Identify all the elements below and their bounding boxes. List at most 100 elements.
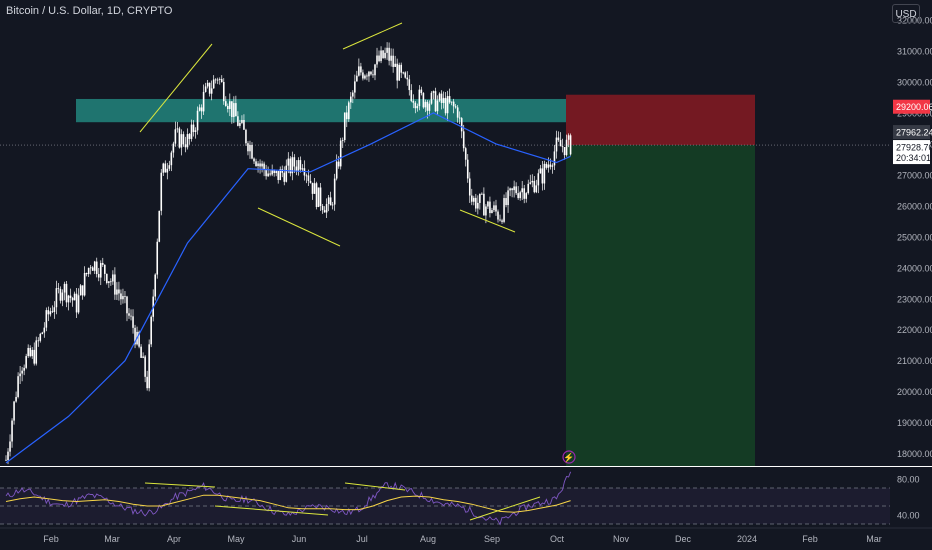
candle-body	[479, 193, 481, 203]
price-axis-label: 19000.00	[897, 418, 932, 428]
candle-body	[63, 283, 66, 293]
candle-body	[164, 163, 167, 173]
candle-body	[241, 119, 243, 123]
chart-title: Bitcoin / U.S. Dollar, 1D, CRYPTO	[6, 5, 173, 17]
candle-body	[487, 201, 489, 207]
candle-body	[493, 205, 495, 211]
candle-body	[485, 206, 487, 216]
candle-body	[374, 64, 376, 76]
candle-body	[313, 183, 316, 194]
candle-body	[565, 139, 568, 156]
candle-body	[144, 356, 146, 377]
candle-body	[267, 173, 269, 177]
candle-body	[122, 296, 124, 300]
candle-body	[557, 137, 560, 141]
candle-body	[67, 295, 70, 303]
candle-body	[220, 79, 223, 82]
candle-body	[555, 137, 558, 152]
candle-body	[25, 356, 27, 368]
candle-body	[543, 163, 546, 184]
candle-body	[529, 182, 532, 184]
trendline	[459, 209, 516, 233]
candle-body	[444, 97, 447, 114]
candle-body	[380, 50, 382, 62]
price-axis[interactable]: 18000.00 19000.00 20000.00 21000.00 22000.00…	[0, 16, 932, 521]
candle-body	[11, 420, 13, 442]
time-axis-label: Jul	[356, 534, 368, 544]
candle-body	[271, 170, 273, 175]
candle-body	[398, 64, 400, 81]
last-price-label: 27962.24	[896, 128, 932, 138]
candle-body	[170, 152, 173, 166]
candle-body	[239, 122, 241, 126]
candle-body	[362, 72, 364, 79]
candle-body	[497, 211, 499, 220]
candle-body	[7, 451, 9, 461]
candle-body	[438, 93, 441, 101]
candle-body	[483, 193, 485, 216]
candle-body	[509, 188, 511, 191]
candle-body	[116, 289, 118, 295]
candle-body	[503, 198, 505, 222]
candle-body	[325, 204, 328, 213]
candle-body	[511, 188, 513, 191]
candle-body	[69, 295, 72, 298]
candle-body	[130, 315, 132, 317]
candle-body	[71, 297, 74, 301]
candle-body	[460, 118, 463, 132]
candle-body	[13, 401, 15, 421]
candle-body	[446, 96, 449, 114]
candle-body	[356, 75, 358, 82]
price-axis-label: 27000.00	[897, 170, 932, 180]
candle-body	[394, 63, 396, 67]
candle-body	[307, 175, 310, 181]
candle-body	[112, 274, 114, 282]
candle-body	[456, 107, 459, 118]
candle-body	[285, 165, 288, 182]
candle-body	[440, 93, 443, 103]
candle-body	[39, 333, 42, 341]
trendline	[342, 22, 403, 50]
candle-body	[55, 288, 58, 308]
candle-body	[378, 55, 380, 62]
candle-body	[386, 47, 388, 53]
candle-body	[452, 101, 455, 107]
candle-body	[249, 144, 251, 152]
candle-body	[214, 79, 217, 81]
candle-body	[547, 164, 550, 168]
candle-body	[216, 79, 219, 81]
candle-body	[33, 349, 36, 364]
candle-body	[202, 91, 205, 112]
candle-body	[410, 90, 413, 101]
candle-body	[358, 66, 360, 76]
candle-body	[269, 173, 271, 175]
time-axis-label: Dec	[675, 534, 692, 544]
candle-body	[376, 55, 378, 65]
candle-body	[81, 285, 84, 296]
candle-body	[501, 220, 503, 222]
candle-body	[364, 75, 366, 79]
time-axis-label: Oct	[550, 534, 565, 544]
candle-body	[59, 288, 62, 301]
candle-body	[222, 81, 225, 102]
candle-body	[420, 89, 423, 94]
candle-body	[104, 264, 106, 274]
time-axis[interactable]: Feb Mar Apr May Jun Jul Aug Sep Oct Nov Dec 2024 Feb…	[0, 527, 932, 544]
candle-body	[160, 172, 163, 211]
candle-body	[243, 119, 245, 130]
candle-body	[95, 261, 98, 275]
candle-body	[142, 356, 144, 358]
candle-body	[287, 158, 290, 166]
candle-body	[368, 71, 370, 77]
candle-body	[396, 63, 398, 81]
candle-body	[237, 116, 239, 126]
candle-body	[140, 346, 142, 358]
candle-body	[521, 188, 523, 193]
candle-body	[41, 332, 44, 334]
price-axis-label: 22000.00	[897, 325, 932, 335]
candle-body	[61, 292, 64, 301]
candle-body	[519, 192, 521, 199]
currency-button[interactable]: USD	[892, 4, 920, 23]
candle-body	[297, 160, 300, 171]
chart-canvas[interactable]: ⚡ 18000.00 19000.00 20000.00 21000.00 22000.…	[0, 0, 932, 550]
